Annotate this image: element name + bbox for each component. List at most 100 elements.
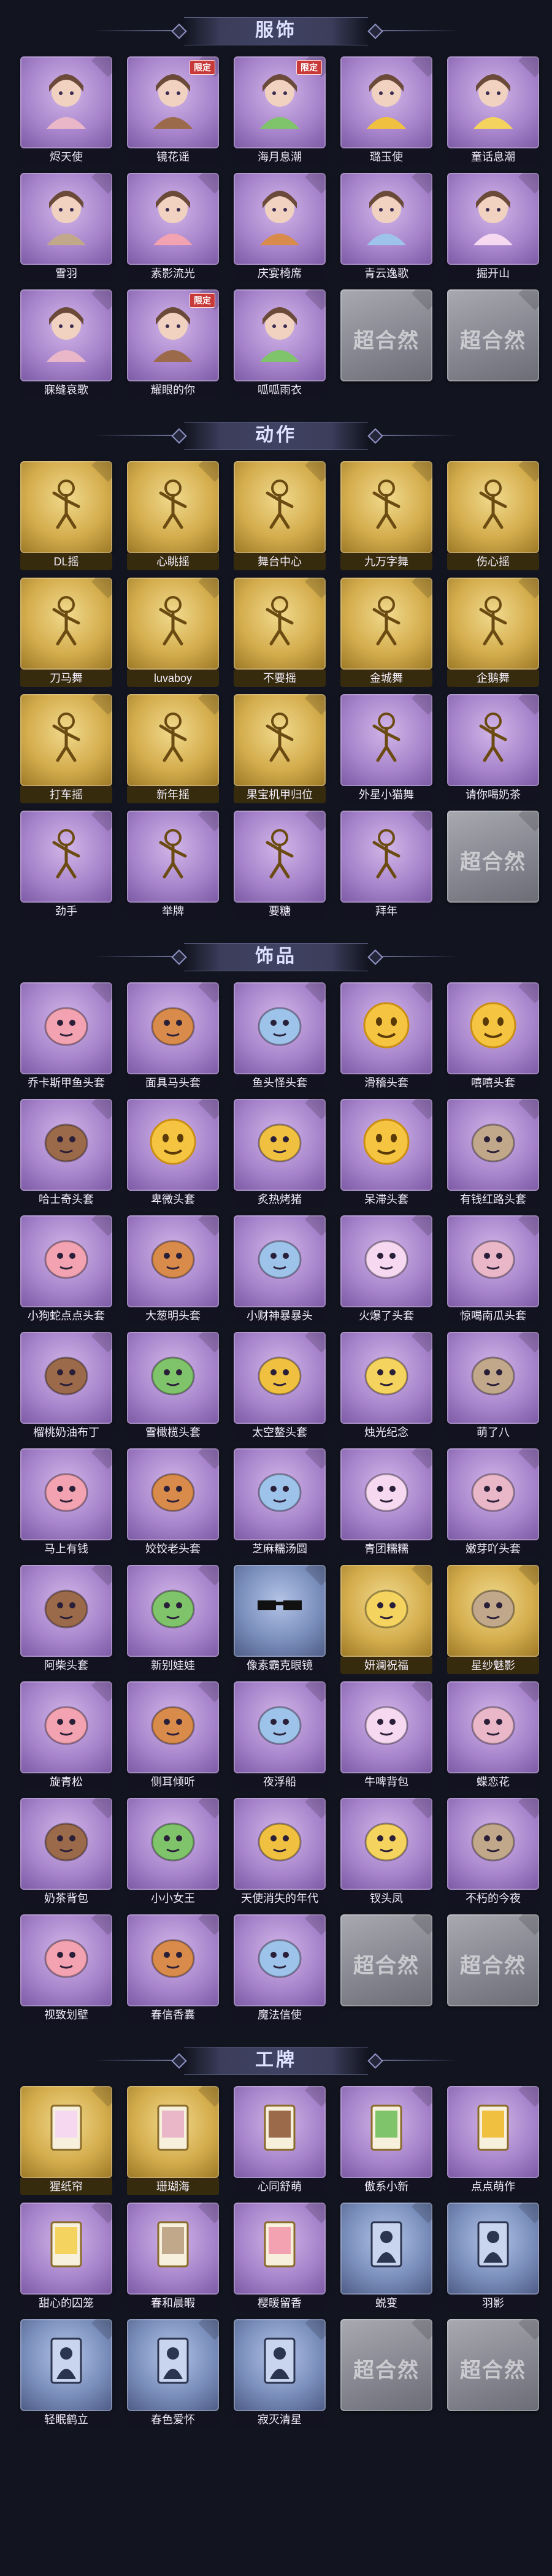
item-card[interactable]: 童话息潮 (447, 56, 539, 169)
item-card[interactable]: 星纱魅影 (447, 1565, 539, 1678)
item-card[interactable]: 甜心的囚笼 (20, 2203, 112, 2315)
item-card[interactable]: 限定 海月息潮 (234, 56, 326, 169)
item-card[interactable]: 春色爱怀 (127, 2319, 219, 2432)
item-card[interactable]: 劲手 (20, 811, 112, 923)
item-card[interactable]: 请你喝奶茶 (447, 694, 539, 807)
item-card[interactable]: 璐玉使 (340, 56, 432, 169)
item-card[interactable]: 打车摇 (20, 694, 112, 807)
item-card[interactable]: 傲系小新 (340, 2086, 432, 2199)
item-card[interactable]: 嘻嘻头套 (447, 982, 539, 1095)
item-card[interactable]: 庆宴椅席 (234, 173, 326, 286)
item-card[interactable]: 芝麻糯汤圆 (234, 1448, 326, 1561)
item-card[interactable]: 视致划壁 (20, 1914, 112, 2027)
item-card[interactable]: 寂灭清星 (234, 2319, 326, 2432)
item-card[interactable]: 不朽的今夜 (447, 1798, 539, 1911)
item-card[interactable]: 珊瑚海 (127, 2086, 219, 2199)
item-card[interactable]: 旋青松 (20, 1681, 112, 1794)
item-card[interactable]: 掘开山 (447, 173, 539, 286)
item-card[interactable]: 不要摇 (234, 578, 326, 690)
item-card[interactable]: 点点萌作 (447, 2086, 539, 2199)
item-card[interactable]: 小财神暴暴头 (234, 1215, 326, 1328)
item-card[interactable]: 乔卡斯甲鱼头套 (20, 982, 112, 1095)
item-card[interactable]: 舞台中心 (234, 461, 326, 574)
item-card[interactable]: 羽影 (447, 2203, 539, 2315)
header-divider-left (92, 2060, 172, 2061)
item-card[interactable]: 雪橄榄头套 (127, 1332, 219, 1445)
item-card[interactable]: 姣饺老头套 (127, 1448, 219, 1561)
item-card[interactable]: 轻眠鹤立 (20, 2319, 112, 2432)
item-card[interactable]: 奶茶背包 (20, 1798, 112, 1911)
item-thumbnail (20, 811, 112, 903)
item-card[interactable]: 呆滞头套 (340, 1099, 432, 1212)
item-card[interactable]: 青团糯糯 (340, 1448, 432, 1561)
item-card[interactable]: 春和晨暇 (127, 2203, 219, 2315)
item-card[interactable]: 鱼头怪头套 (234, 982, 326, 1095)
item-card[interactable]: 外星小猫舞 (340, 694, 432, 807)
item-card[interactable]: 要糖 (234, 811, 326, 923)
item-card[interactable]: 烬天使 (20, 56, 112, 169)
item-card[interactable]: 新别娃娃 (127, 1565, 219, 1678)
item-card[interactable]: 小狗蛇点点头套 (20, 1215, 112, 1328)
item-card[interactable]: 伤心摇 (447, 461, 539, 574)
item-name: 童话息潮 (447, 148, 539, 166)
item-card[interactable]: 滑稽头套 (340, 982, 432, 1095)
item-card[interactable]: 榴桃奶油布丁 (20, 1332, 112, 1445)
item-card[interactable]: 面具马头套 (127, 982, 219, 1095)
item-card[interactable]: 举牌 (127, 811, 219, 923)
item-card[interactable]: 蝶恋花 (447, 1681, 539, 1794)
item-card[interactable]: 限定 耀眼的你 (127, 289, 219, 402)
item-name: 不要摇 (234, 670, 326, 687)
item-card[interactable]: 夜浮船 (234, 1681, 326, 1794)
item-card[interactable]: 哈士奇头套 (20, 1099, 112, 1212)
item-card[interactable]: 妍澜祝福 (340, 1565, 432, 1678)
item-card[interactable]: 有钱红路头套 (447, 1099, 539, 1212)
item-card[interactable]: 素影流光 (127, 173, 219, 286)
diamond-ornament-icon (367, 428, 383, 444)
item-card[interactable]: 嫩芽吖头套 (447, 1448, 539, 1561)
item-card[interactable]: 钗头凤 (340, 1798, 432, 1911)
item-card[interactable]: 拜年 (340, 811, 432, 923)
item-card[interactable]: 猩纸帘 (20, 2086, 112, 2199)
item-card[interactable]: 呱呱雨衣 (234, 289, 326, 402)
item-card[interactable]: 大葱明头套 (127, 1215, 219, 1328)
locked-item-card[interactable]: 超合然 (447, 289, 539, 402)
item-card[interactable]: luvaboy (127, 578, 219, 690)
item-card[interactable]: 寐缝哀歌 (20, 289, 112, 402)
item-card[interactable]: 果宝机甲归位 (234, 694, 326, 807)
item-card[interactable]: 牛啤背包 (340, 1681, 432, 1794)
item-card[interactable]: 金城舞 (340, 578, 432, 690)
item-card[interactable]: 企鹅舞 (447, 578, 539, 690)
item-card[interactable]: 侧耳倾听 (127, 1681, 219, 1794)
item-card[interactable]: 小小女王 (127, 1798, 219, 1911)
item-card[interactable]: 烛光纪念 (340, 1332, 432, 1445)
item-card[interactable]: 樱暖留香 (234, 2203, 326, 2315)
item-card[interactable]: 蜕变 (340, 2203, 432, 2315)
item-card[interactable]: 像素霸克眼镜 (234, 1565, 326, 1678)
item-card[interactable]: 魔法信使 (234, 1914, 326, 2027)
locked-item-card[interactable]: 超合然 (447, 811, 539, 923)
item-card[interactable]: 青云逸歌 (340, 173, 432, 286)
item-card[interactable]: 限定 镜花谣 (127, 56, 219, 169)
locked-item-card[interactable]: 超合然 (340, 289, 432, 402)
item-card[interactable]: 春信香囊 (127, 1914, 219, 2027)
item-card[interactable]: 炙热烤猪 (234, 1099, 326, 1212)
locked-item-card[interactable]: 超合然 (447, 1914, 539, 2027)
item-card[interactable]: 心同舒萌 (234, 2086, 326, 2199)
item-card[interactable]: 新年摇 (127, 694, 219, 807)
item-card[interactable]: 刀马舞 (20, 578, 112, 690)
item-card[interactable]: DL摇 (20, 461, 112, 574)
item-card[interactable]: 心眺摇 (127, 461, 219, 574)
item-card[interactable]: 萌了八 (447, 1332, 539, 1445)
item-card[interactable]: 火爆了头套 (340, 1215, 432, 1328)
locked-item-card[interactable]: 超合然 (340, 2319, 432, 2432)
locked-item-card[interactable]: 超合然 (340, 1914, 432, 2027)
item-card[interactable]: 惊喝南瓜头套 (447, 1215, 539, 1328)
locked-item-card[interactable]: 超合然 (447, 2319, 539, 2432)
item-card[interactable]: 马上有钱 (20, 1448, 112, 1561)
item-card[interactable]: 天使消失的年代 (234, 1798, 326, 1911)
item-card[interactable]: 卑微头套 (127, 1099, 219, 1212)
item-card[interactable]: 雪羽 (20, 173, 112, 286)
item-card[interactable]: 阿柴头套 (20, 1565, 112, 1678)
item-card[interactable]: 九万字舞 (340, 461, 432, 574)
item-card[interactable]: 太空鳌头套 (234, 1332, 326, 1445)
